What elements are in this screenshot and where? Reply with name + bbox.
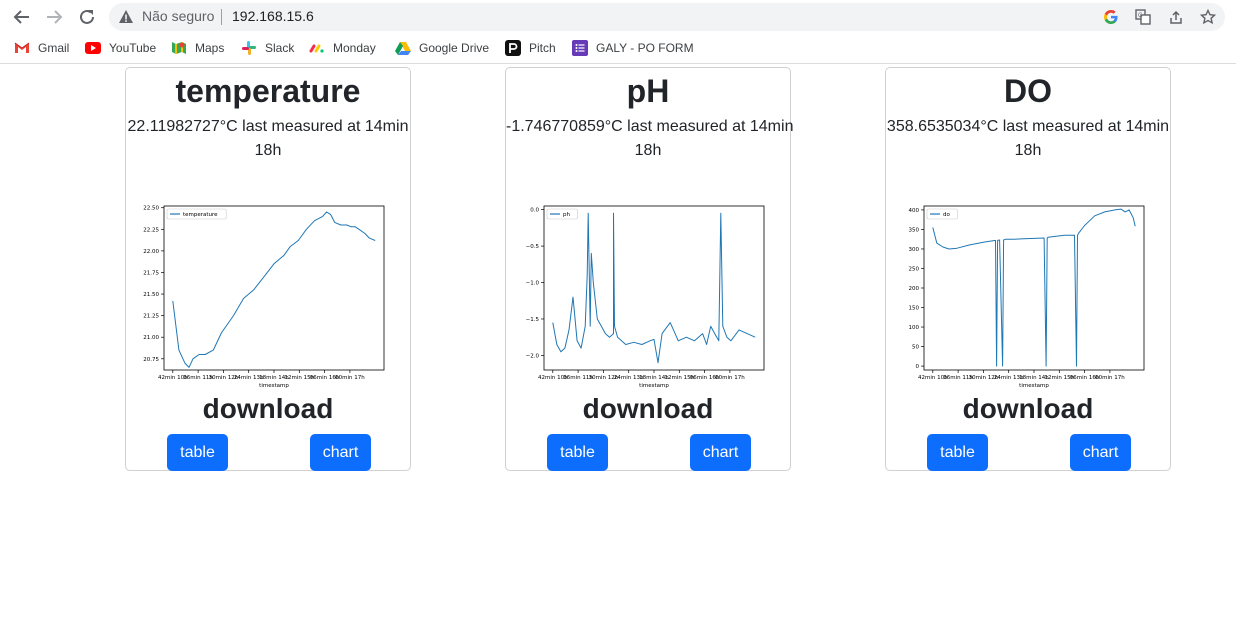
plot-frame (543, 205, 765, 371)
back-arrow-icon (13, 10, 29, 24)
download-table-button[interactable]: table (167, 434, 228, 471)
google-forms-icon (572, 40, 588, 56)
plot-frame (163, 205, 385, 371)
y-tick-label: 350 (909, 227, 920, 233)
bookmark-pitch[interactable]: Pitch (505, 39, 556, 57)
bookmark-google-drive[interactable]: Google Drive (395, 39, 489, 57)
bookmark-star-icon[interactable] (1199, 8, 1217, 26)
y-tick-label: 0 (916, 364, 920, 370)
chart-legend: temperature (166, 208, 227, 220)
temperature-card: temperature 22.11982727°C last measured … (125, 67, 411, 471)
x-axis-label: timestamp (639, 383, 669, 389)
y-tick-label: 22.50 (143, 206, 159, 212)
warning-icon[interactable] (118, 9, 134, 25)
forward-arrow-icon (47, 10, 63, 24)
address-bar[interactable]: Não seguro 192.168.15.6 G (109, 3, 1225, 31)
google-icon[interactable] (1102, 8, 1120, 26)
bookmark-gmail[interactable]: Gmail (14, 39, 69, 57)
y-tick-label: 21.25 (143, 314, 159, 320)
legend-label: ph (563, 212, 570, 218)
y-tick-label: −0.5 (526, 244, 540, 250)
y-tick-label: −1.0 (526, 281, 540, 287)
download-heading: download (202, 393, 334, 424)
plot-frame (923, 205, 1145, 371)
y-tick-label: −1.5 (526, 317, 540, 323)
y-tick-label: 400 (909, 208, 920, 214)
gmail-icon (14, 40, 30, 56)
slack-icon (241, 40, 257, 56)
y-tick-label: 250 (909, 266, 920, 272)
y-tick-label: 300 (909, 247, 920, 253)
bookmark-youtube[interactable]: YouTube (85, 39, 156, 57)
y-tick-label: 22.00 (143, 249, 159, 255)
y-tick-label: 21.00 (143, 335, 159, 341)
y-tick-label: 0.0 (530, 208, 539, 214)
monday-icon (309, 40, 325, 56)
google-drive-icon (395, 40, 411, 56)
temperature-chart: 20.75 21.00 21.25 21.50 21.75 22.00 22.25 22.50… (132, 198, 404, 392)
card-title: pH (626, 73, 670, 109)
x-tick-label: 00min 17h (1095, 375, 1125, 381)
y-tick-label: 20.75 (143, 357, 159, 363)
ph-chart: −2.0 −1.5 −1.0 −0.5 0.0 42min 10h 36min 11h 30m… (512, 198, 784, 392)
x-axis-label: timestamp (259, 383, 289, 389)
url-text[interactable]: 192.168.15.6 (232, 8, 314, 24)
bookmark-galy-po-form[interactable]: GALY - PO FORM (572, 39, 694, 57)
download-table-button[interactable]: table (547, 434, 608, 471)
card-title: temperature (175, 73, 361, 109)
maps-icon (171, 40, 187, 56)
bookmark-slack[interactable]: Slack (241, 39, 294, 57)
last-reading-text: -1.746770859°C last measured at 14min 18… (506, 118, 794, 159)
y-tick-label: 21.50 (143, 292, 159, 298)
forward-button[interactable] (43, 6, 65, 28)
svg-text:G: G (1138, 13, 1143, 19)
x-axis-label: timestamp (1019, 383, 1049, 389)
bookmark-maps[interactable]: Maps (171, 39, 224, 57)
y-tick-label: 150 (909, 306, 920, 312)
x-tick-label: 00min 17h (715, 375, 745, 381)
reload-icon (80, 9, 94, 24)
browser-toolbar: Não seguro 192.168.15.6 G (0, 0, 1236, 34)
youtube-icon (85, 40, 101, 56)
x-tick-label: 00min 17h (335, 375, 365, 381)
download-chart-button[interactable]: chart (690, 434, 751, 471)
legend-label: temperature (183, 212, 218, 218)
download-chart-button[interactable]: chart (1070, 434, 1131, 471)
security-status-label[interactable]: Não seguro (142, 8, 214, 24)
chart-legend: do (926, 208, 958, 220)
do-chart: 0 50 100 150 200 250 300 350 400 42min 10h 36min 1… (892, 198, 1164, 392)
download-heading: download (582, 393, 714, 424)
y-tick-label: 200 (909, 286, 920, 292)
omnibox-divider (221, 9, 222, 25)
ph-card: pH -1.746770859°C last measured at 14min… (505, 67, 794, 471)
chart-legend: ph (546, 208, 578, 220)
last-reading-text: 358.6535034°C last measured at 14min 18h (886, 118, 1170, 159)
download-heading: download (962, 393, 1094, 424)
y-tick-label: −2.0 (526, 353, 540, 359)
do-card: DO 358.6535034°C last measured at 14min … (885, 67, 1171, 471)
legend-label: do (943, 212, 950, 218)
y-tick-label: 21.75 (143, 270, 159, 276)
y-tick-label: 100 (909, 325, 920, 331)
y-tick-label: 50 (912, 345, 919, 351)
translate-icon[interactable]: G (1134, 8, 1152, 26)
y-tick-label: 22.25 (143, 227, 159, 233)
share-icon[interactable] (1167, 8, 1185, 26)
bookmarks-bar: Gmail YouTube Maps Slack Monday Google D… (0, 34, 1236, 64)
back-button[interactable] (11, 6, 33, 28)
pitch-icon (505, 40, 521, 56)
download-table-button[interactable]: table (927, 434, 988, 471)
card-title: DO (1004, 73, 1052, 109)
download-chart-button[interactable]: chart (310, 434, 371, 471)
bookmark-monday[interactable]: Monday (309, 39, 376, 57)
last-reading-text: 22.11982727°C last measured at 14min 18h (127, 118, 409, 159)
reload-button[interactable] (76, 6, 98, 28)
